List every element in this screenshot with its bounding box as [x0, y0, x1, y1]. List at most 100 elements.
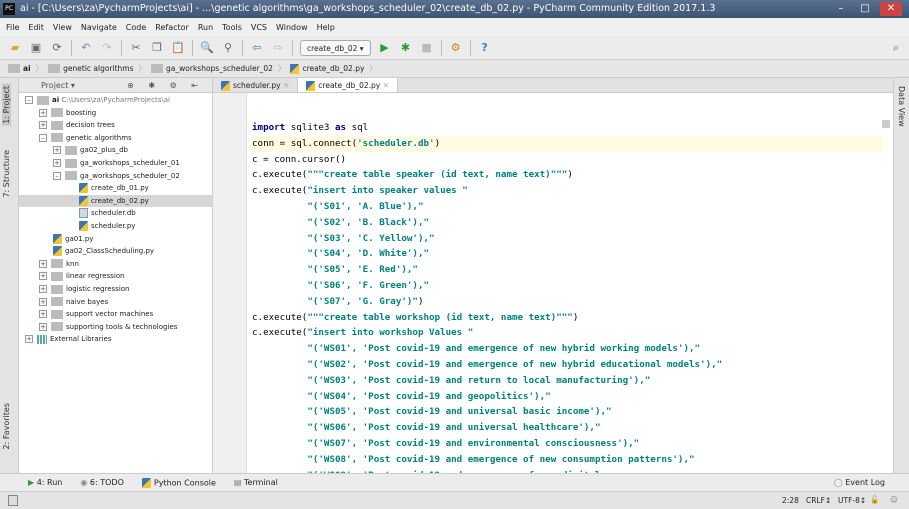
code-line[interactable]: "('WS01', 'Post covid-19 and emergence o… — [252, 341, 882, 357]
menu-vcs[interactable]: VCS — [251, 23, 267, 32]
minimize-button[interactable]: – — [830, 2, 852, 16]
todo-tool-button[interactable]: ◉ 6: TODO — [80, 478, 124, 487]
breadcrumb-item[interactable]: ga_workshops_scheduler_02 — [151, 64, 273, 74]
code-line[interactable]: "('S04', 'D. White')," — [252, 246, 882, 262]
menu-view[interactable]: View — [53, 23, 72, 32]
code-line[interactable]: "('WS05', 'Post covid-19 and universal b… — [252, 404, 882, 420]
code-line[interactable]: "('WS02', 'Post covid-19 and emergence o… — [252, 357, 882, 373]
project-view-select[interactable]: Project — [41, 81, 68, 90]
tab-project[interactable]: 1: Project — [2, 84, 11, 126]
tree-item[interactable]: + logistic regression — [19, 283, 213, 296]
scrollbar[interactable] — [882, 120, 890, 128]
code-line[interactable]: "('S07', 'G. Gray')") — [252, 294, 882, 310]
tree-item[interactable]: + ga_workshops_scheduler_01 — [19, 157, 213, 170]
code-line[interactable]: c.execute("""create table workshop (id t… — [252, 310, 882, 326]
search-everywhere-icon[interactable]: ⌕ — [889, 41, 903, 55]
code-editor[interactable]: import sqlite3 as sql conn = sql.connect(… — [213, 93, 893, 473]
tab-favorites[interactable]: 2: Favorites — [2, 403, 11, 449]
code-line[interactable]: import sqlite3 as sql — [252, 120, 882, 136]
forward-icon[interactable]: ⇨ — [271, 41, 285, 54]
lock-icon[interactable]: 🔓 — [870, 495, 879, 504]
tree-item[interactable]: – ga_workshops_scheduler_02 — [19, 170, 213, 183]
code-line[interactable]: "('S03', 'C. Yellow')," — [252, 231, 882, 247]
tree-item[interactable]: + knn — [19, 258, 213, 271]
tree-item[interactable]: – genetic algorithms — [19, 132, 213, 145]
close-button[interactable]: ✕ — [880, 2, 902, 16]
code-line[interactable]: "('S06', 'F. Green')," — [252, 278, 882, 294]
tree-item[interactable]: ga01.py — [19, 233, 213, 246]
tree-item[interactable]: + ga02_plus_db — [19, 144, 213, 157]
redo-icon[interactable]: ↷ — [100, 41, 114, 54]
code-line[interactable]: "('S01', 'A. Blue')," — [252, 199, 882, 215]
python-console-button[interactable]: Python Console — [141, 477, 216, 488]
cut-icon[interactable]: ✂ — [129, 41, 143, 54]
inspector-icon[interactable]: ☺ — [890, 495, 898, 504]
tab-data-view[interactable]: Data View — [897, 86, 906, 127]
find-icon[interactable]: 🔍 — [200, 41, 214, 54]
tab-create-db-02-py[interactable]: create_db_02.py ✕ — [298, 78, 398, 92]
code-line[interactable]: "('WS04', 'Post covid-19 and geopolitics… — [252, 389, 882, 405]
tree-item[interactable]: create_db_01.py — [19, 182, 213, 195]
back-icon[interactable]: ⇦ — [250, 41, 264, 54]
menu-refactor[interactable]: Refactor — [155, 23, 189, 32]
breadcrumb-item[interactable]: create_db_02.py — [290, 63, 364, 74]
breadcrumb-item[interactable]: ai — [8, 64, 31, 74]
toggle-tool-windows-icon[interactable] — [8, 495, 18, 506]
terminal-button[interactable]: ▤ Terminal — [234, 478, 278, 487]
panel-tools-icon[interactable]: ⊕ ✱ ⚙ ⇤ — [127, 78, 204, 93]
tab-scheduler-py[interactable]: scheduler.py ✕ — [213, 78, 299, 92]
copy-icon[interactable]: ❐ — [150, 41, 164, 54]
file-encoding[interactable]: UTF-8↕ — [838, 496, 866, 505]
code-line[interactable]: "('WS03', 'Post covid-19 and return to l… — [252, 373, 882, 389]
code-line[interactable]: "('WS08', 'Post covid-19 and emergence o… — [252, 452, 882, 468]
tree-item[interactable]: create_db_02.py — [19, 194, 213, 208]
replace-icon[interactable]: ⚲ — [221, 41, 235, 54]
menu-run[interactable]: Run — [198, 23, 213, 32]
menu-edit[interactable]: Edit — [28, 23, 44, 32]
save-icon[interactable]: ▣ — [29, 41, 43, 54]
stop-icon[interactable]: ■ — [420, 41, 434, 54]
code-line[interactable]: c.execute("insert into workshop Values " — [252, 325, 882, 341]
menu-code[interactable]: Code — [126, 23, 146, 32]
menu-navigate[interactable]: Navigate — [81, 23, 117, 32]
code-line[interactable]: "('S05', 'E. Red')," — [252, 262, 882, 278]
tree-item[interactable]: + support vector machines — [19, 308, 213, 321]
menu-tools[interactable]: Tools — [222, 23, 242, 32]
code-line[interactable]: c.execute("insert into speaker values " — [252, 183, 882, 199]
breadcrumb-item[interactable]: genetic algorithms — [48, 64, 134, 74]
menu-file[interactable]: File — [6, 23, 19, 32]
paste-icon[interactable]: 📋 — [171, 41, 185, 54]
maximize-button[interactable]: □ — [854, 2, 876, 16]
tree-item[interactable]: scheduler.py — [19, 220, 213, 233]
tree-item[interactable]: + linear regression — [19, 270, 213, 283]
line-separator[interactable]: CRLF↕ — [806, 496, 831, 505]
tree-item[interactable]: + decision trees — [19, 119, 213, 132]
menu-help[interactable]: Help — [317, 23, 335, 32]
tree-item[interactable]: + supporting tools & technologies — [19, 321, 213, 334]
tree-item[interactable]: + boosting — [19, 107, 213, 120]
run-config-select[interactable]: create_db_02 ▾ — [300, 39, 371, 56]
undo-icon[interactable]: ↶ — [79, 41, 93, 54]
tree-root[interactable]: – ai C:\Users\za\PycharmProjects\ai — [19, 94, 213, 107]
sync-icon[interactable]: ⟳ — [50, 41, 64, 54]
settings-icon[interactable]: ⚙ — [449, 41, 463, 54]
code-line[interactable]: "('WS06', 'Post covid-19 and universal h… — [252, 420, 882, 436]
code-line[interactable]: conn = sql.connect('scheduler.db') — [252, 135, 882, 152]
code-content[interactable]: import sqlite3 as sql conn = sql.connect(… — [252, 120, 882, 473]
caret-position[interactable]: 2:28 — [782, 496, 799, 505]
debug-icon[interactable]: ✱ — [399, 41, 413, 54]
code-line[interactable]: c.execute("""create table speaker (id te… — [252, 167, 882, 183]
code-line[interactable]: "('S02', 'B. Black')," — [252, 215, 882, 231]
help-icon[interactable]: ? — [478, 41, 492, 54]
tree-item[interactable]: + naive bayes — [19, 296, 213, 309]
code-line[interactable]: c = conn.cursor() — [252, 152, 882, 168]
tree-item[interactable]: ga02_ClassScheduling.py — [19, 245, 213, 258]
event-log-button[interactable]: ◯ Event Log — [834, 478, 885, 487]
run-tool-button[interactable]: ▶ 4: Run — [28, 478, 62, 487]
open-icon[interactable]: ▰ — [8, 41, 22, 54]
tree-item[interactable]: scheduler.db — [19, 207, 213, 220]
code-line[interactable]: "('WS07', 'Post covid-19 and environment… — [252, 436, 882, 452]
tree-item[interactable]: + External Libraries — [19, 333, 213, 346]
menu-window[interactable]: Window — [276, 23, 308, 32]
tab-structure[interactable]: 7: Structure — [2, 150, 11, 198]
